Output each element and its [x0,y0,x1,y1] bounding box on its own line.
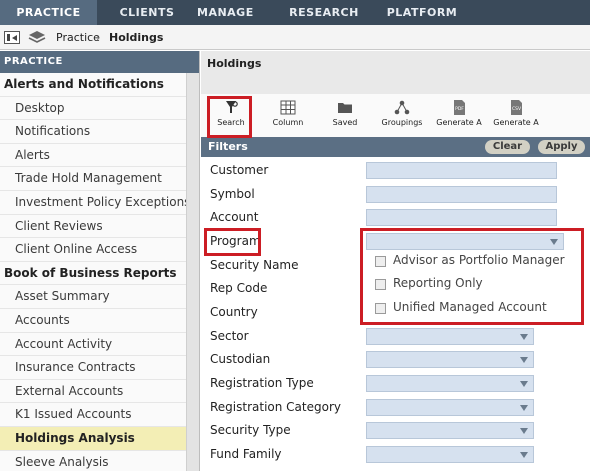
chevron-down-icon [520,452,528,458]
sector-label: Sector [210,329,249,343]
saved-button[interactable]: Saved [317,100,373,127]
custodian-select[interactable] [366,351,534,368]
generate-csv-button[interactable]: CSV Generate A [488,100,544,127]
sidebar-item-insurance-contracts[interactable]: Insurance Contracts [0,356,187,380]
filters-title: Filters [208,140,248,153]
custodian-label: Custodian [210,352,271,366]
column-button[interactable]: Column [260,100,316,127]
chevron-down-icon [520,334,528,340]
symbol-input[interactable] [366,186,557,203]
chevron-down-icon [520,381,528,387]
breadcrumb-bar: Practice › Holdings [0,25,590,50]
saved-button-label: Saved [332,118,358,127]
svg-text:CSV: CSV [512,106,522,112]
chevron-down-icon [520,357,528,363]
chevron-down-icon [520,405,528,411]
column-button-label: Column [272,118,304,127]
title-area: Holdings [201,51,590,94]
column-grid-icon [280,100,296,115]
sidebar-item-holdings-analysis[interactable]: Holdings Analysis [0,426,187,451]
security-name-label: Security Name [210,258,299,272]
registration-category-label: Registration Category [210,400,341,414]
sidebar-item-notifications[interactable]: Notifications [0,120,187,144]
registration-category-select[interactable] [366,399,534,416]
breadcrumb-current: Holdings [109,31,164,44]
sidebar-item-asset-summary[interactable]: Asset Summary [0,285,187,309]
svg-text:PDF: PDF [455,106,464,112]
sidebar-group-alerts: Alerts and Notifications [0,73,187,97]
sidebar-item-client-online-access[interactable]: Client Online Access [0,238,187,262]
sidebar-group-book-of-business: Book of Business Reports [0,262,187,286]
sidebar-item-policy-exceptions[interactable]: Investment Policy Exceptions [0,191,190,215]
breadcrumb-practice[interactable]: Practice [56,25,100,50]
sidebar-item-k1-issued[interactable]: K1 Issued Accounts [0,403,187,427]
customer-label: Customer [210,163,269,177]
security-type-select[interactable] [366,422,534,439]
sidebar-item-sleeve-analysis[interactable]: Sleeve Analysis [0,451,187,471]
groupings-button-label: Groupings [381,118,423,127]
tab-research[interactable]: RESEARCH [288,0,360,25]
sidebar-item-accounts[interactable]: Accounts [0,309,187,333]
security-type-label: Security Type [210,423,291,437]
sector-select[interactable] [366,328,534,345]
apply-button[interactable]: Apply [538,140,585,154]
sidebar-item-desktop[interactable]: Desktop [0,97,187,121]
rep-code-label: Rep Code [210,281,268,295]
chevron-right-icon: › [96,31,101,44]
sidebar-item-trade-hold[interactable]: Trade Hold Management [0,167,187,191]
pdf-icon: PDF [454,100,465,115]
symbol-label: Symbol [210,187,255,201]
fund-family-label: Fund Family [210,447,282,461]
toolbar: Search Column Saved Groupings PDF Genera… [201,94,590,137]
csv-icon: CSV [511,100,522,115]
top-nav: PRACTICE CLIENTS MANAGE RESEARCH PLATFOR… [0,0,590,25]
sidebar-item-external-accounts[interactable]: External Accounts [0,380,187,404]
generate-csv-label: Generate A [493,118,539,127]
tab-platform[interactable]: PLATFORM [386,0,458,25]
sidebar: PRACTICE Alerts and Notifications Deskto… [0,51,200,471]
sidebar-header: PRACTICE [0,51,199,73]
sidebar-item-account-activity[interactable]: Account Activity [0,333,187,357]
sidebar-item-alerts[interactable]: Alerts [0,144,187,168]
page-title: Holdings [207,57,262,70]
sidebar-item-client-reviews[interactable]: Client Reviews [0,215,187,239]
customer-input[interactable] [366,162,557,179]
groupings-icon [394,100,410,115]
generate-pdf-label: Generate A [436,118,482,127]
layers-icon[interactable] [28,30,46,45]
sidebar-list: Alerts and Notifications Desktop Notific… [0,73,190,471]
filters-header: Filters Clear Apply [201,137,590,157]
clear-button[interactable]: Clear [485,140,530,154]
collapse-sidebar-icon[interactable] [4,31,20,44]
tab-manage[interactable]: MANAGE [197,0,253,25]
folder-icon [338,103,352,113]
program-highlight-box [204,228,261,256]
account-label: Account [210,210,259,224]
chevron-down-icon [520,428,528,434]
fund-family-select[interactable] [366,446,534,463]
tab-practice[interactable]: PRACTICE [0,0,97,25]
generate-pdf-button[interactable]: PDF Generate A [431,100,487,127]
tab-clients[interactable]: CLIENTS [97,0,197,25]
search-highlight-box [207,96,252,138]
registration-type-select[interactable] [366,375,534,392]
country-label: Country [210,305,258,319]
account-input[interactable] [366,209,557,226]
groupings-button[interactable]: Groupings [374,100,430,127]
sidebar-scrollbar[interactable] [186,73,199,471]
program-dropdown-highlight-box [360,228,584,325]
registration-type-label: Registration Type [210,376,314,390]
